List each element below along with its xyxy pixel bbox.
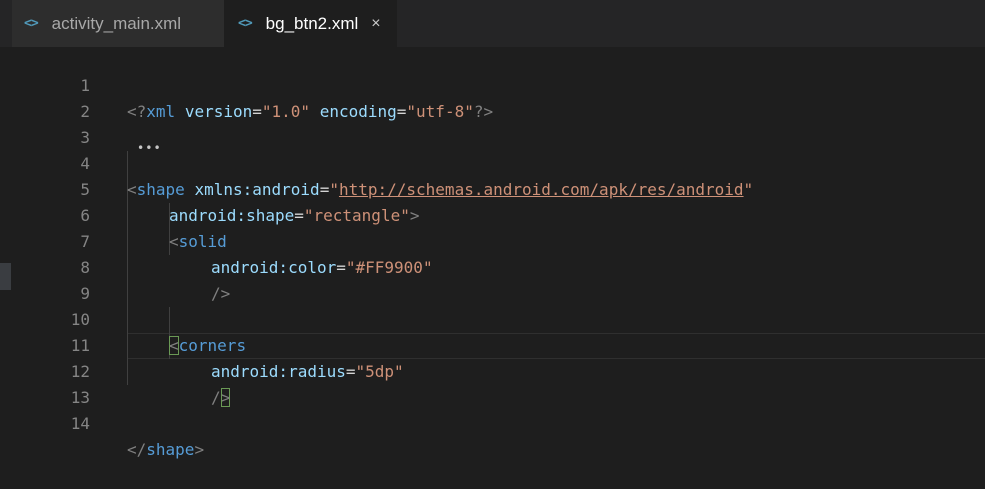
code-editor[interactable]: ••• 1 <?xml version="1.0" encoding="utf-…	[0, 47, 985, 462]
code-line: 11 android:radius="5dp"	[0, 307, 985, 381]
tab-bg-btn2[interactable]: <> bg_btn2.xml ×	[224, 0, 397, 47]
code-line: 3	[0, 99, 985, 147]
xml-file-icon: <>	[24, 16, 39, 31]
tab-label: activity_main.xml	[51, 13, 182, 33]
tab-bar: <> activity_main.xml <> bg_btn2.xml ×	[0, 0, 985, 47]
code-line: 5 android:shape="rectangle">	[0, 151, 985, 225]
tab-label: bg_btn2.xml	[265, 13, 359, 33]
code-line: 7 android:color="#FF9900"	[0, 203, 985, 277]
close-icon[interactable]: ×	[371, 15, 380, 33]
code-line: 14 </shape>	[0, 385, 985, 459]
line-number: 14	[70, 414, 90, 433]
code-line: 13	[0, 359, 985, 407]
token: </	[127, 440, 147, 459]
code-line: 6 <solid	[0, 177, 985, 251]
token: shape	[146, 440, 195, 459]
code-line: 4 <shape xmlns:android="http://schemas.a…	[0, 125, 985, 199]
code-line: 8 />	[0, 229, 985, 303]
xml-file-icon: <>	[238, 16, 253, 31]
code-line: 12 />	[0, 333, 985, 407]
code-line: 2	[0, 73, 985, 121]
code-line: 10 <corners	[0, 281, 985, 355]
tab-activity-main[interactable]: <> activity_main.xml	[12, 0, 224, 47]
code-line: 9	[0, 255, 985, 303]
token: >	[194, 440, 205, 459]
code-line: 1 <?xml version="1.0" encoding="utf-8"?>	[0, 47, 985, 121]
